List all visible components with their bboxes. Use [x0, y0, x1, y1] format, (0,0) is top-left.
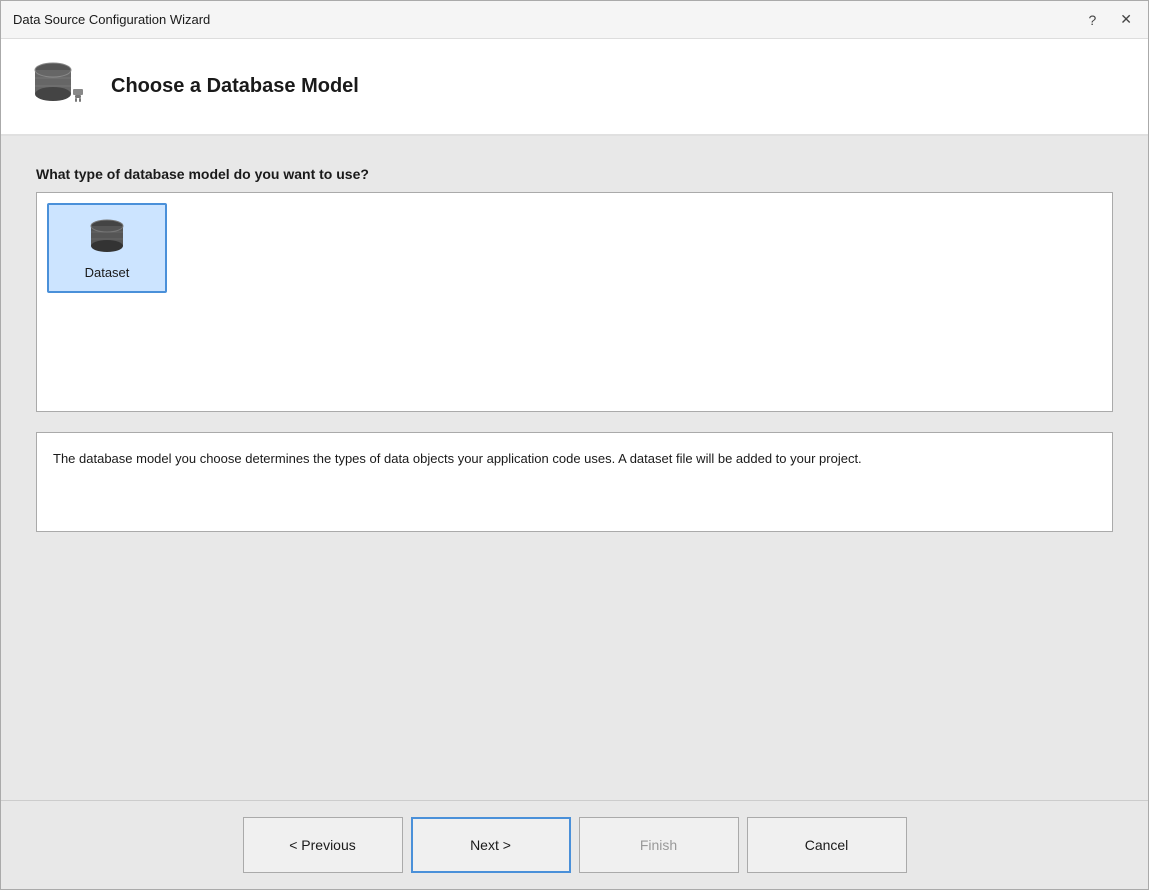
next-button[interactable]: Next > [411, 817, 571, 873]
title-bar: Data Source Configuration Wizard ? ✕ [1, 1, 1148, 39]
model-selection-box[interactable]: Dataset [36, 192, 1113, 412]
title-bar-controls: ? ✕ [1084, 9, 1136, 30]
dataset-icon [84, 217, 130, 259]
footer-area: < Previous Next > Finish Cancel [1, 800, 1148, 889]
model-selection-section: What type of database model do you want … [36, 166, 1113, 412]
header-section: Choose a Database Model [1, 39, 1148, 136]
description-box: The database model you choose determines… [36, 432, 1113, 532]
page-title: Choose a Database Model [111, 75, 359, 98]
question-label: What type of database model do you want … [36, 166, 1113, 182]
cancel-button[interactable]: Cancel [747, 817, 907, 873]
finish-button[interactable]: Finish [579, 817, 739, 873]
previous-button[interactable]: < Previous [243, 817, 403, 873]
model-item-dataset[interactable]: Dataset [47, 203, 167, 293]
help-button[interactable]: ? [1084, 10, 1100, 30]
description-text: The database model you choose determines… [53, 449, 1096, 470]
window-title: Data Source Configuration Wizard [13, 12, 210, 27]
dataset-label: Dataset [85, 265, 130, 280]
close-button[interactable]: ✕ [1116, 9, 1136, 30]
header-database-icon [31, 59, 91, 114]
content-area: What type of database model do you want … [1, 136, 1148, 800]
title-bar-left: Data Source Configuration Wizard [13, 12, 210, 27]
dialog-window: Data Source Configuration Wizard ? ✕ [0, 0, 1149, 890]
